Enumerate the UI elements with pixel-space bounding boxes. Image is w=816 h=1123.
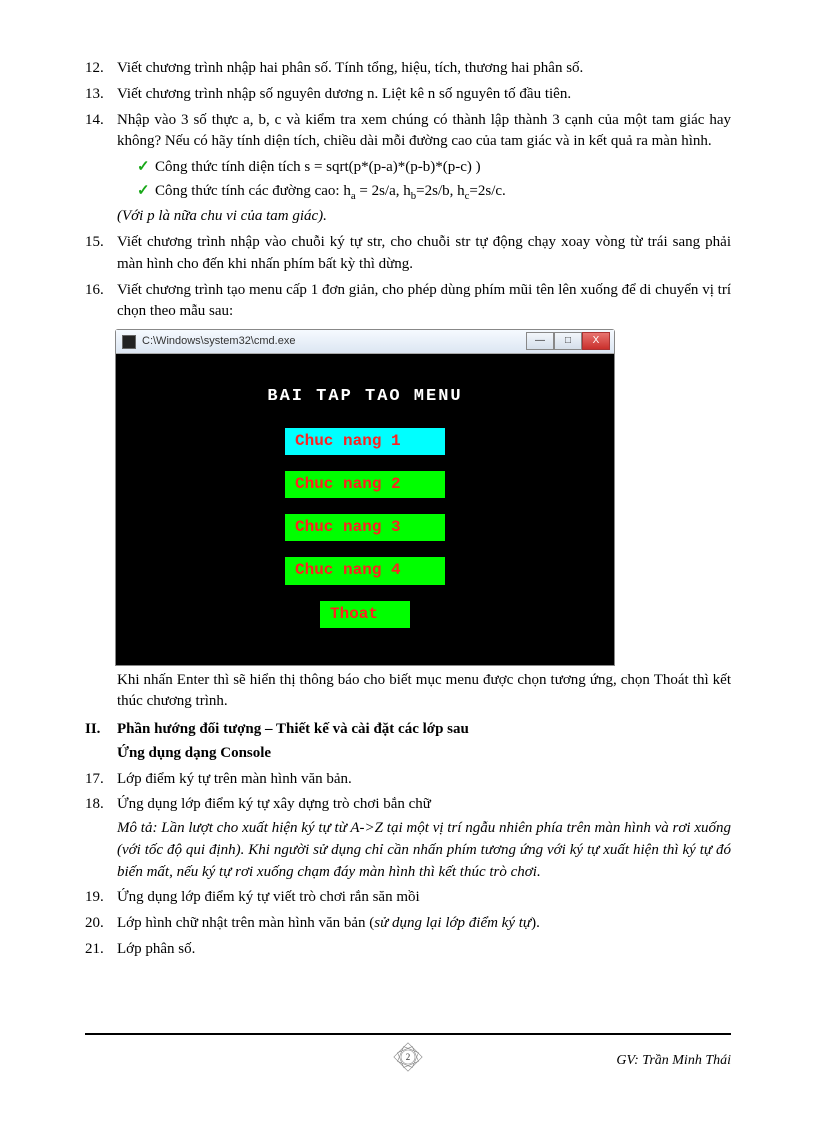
list-item: 14. Nhập vào 3 số thực a, b, c và kiểm t… bbox=[85, 110, 731, 229]
list-item: 13. Viết chương trình nhập số nguyên dươ… bbox=[85, 84, 731, 106]
section-subtitle: Ứng dụng dạng Console bbox=[117, 743, 731, 765]
list-item: 15. Viết chương trình nhập vào chuỗi ký … bbox=[85, 232, 731, 276]
item-text: Ứng dụng lớp điểm ký tự viết trò chơi rắ… bbox=[117, 887, 731, 909]
item-text: Lớp phân số. bbox=[117, 939, 731, 961]
formula-note: (Với p là nữa chu vi của tam giác). bbox=[117, 206, 731, 228]
cmd-path: C:\Windows\system32\cmd.exe bbox=[142, 334, 295, 350]
item-text: Viết chương trình nhập vào chuỗi ký tự s… bbox=[117, 232, 731, 276]
item-text: Viết chương trình nhập số nguyên dương n… bbox=[117, 84, 731, 106]
item-16-after: Khi nhấn Enter thì sẽ hiển thị thông báo… bbox=[117, 670, 731, 714]
item-number: 15. bbox=[85, 232, 117, 276]
page-footer: 2 GV: Trần Minh Thái bbox=[85, 1033, 731, 1081]
footer-divider bbox=[85, 1033, 731, 1035]
list-item: 17. Lớp điểm ký tự trên màn hình văn bản… bbox=[85, 769, 731, 791]
item-number: 17. bbox=[85, 769, 117, 791]
close-button[interactable]: X bbox=[582, 332, 610, 350]
list-item: 18. Ứng dụng lớp điểm ký tự xây dựng trò… bbox=[85, 794, 731, 883]
item-number: 14. bbox=[85, 110, 117, 229]
item-number: 19. bbox=[85, 887, 117, 909]
minimize-button[interactable]: — bbox=[526, 332, 554, 350]
list-item: 20. Lớp hình chữ nhật trên màn hình văn … bbox=[85, 913, 731, 935]
section-roman: II. bbox=[85, 719, 117, 741]
svg-text:2: 2 bbox=[406, 1052, 411, 1062]
menu-item-4[interactable]: Chuc nang 4 bbox=[285, 557, 445, 584]
exercise-list-2: 17. Lớp điểm ký tự trên màn hình văn bản… bbox=[85, 769, 731, 961]
item-text: Viết chương trình tạo menu cấp 1 đơn giả… bbox=[117, 280, 731, 324]
maximize-button[interactable]: □ bbox=[554, 332, 582, 350]
menu-item-2[interactable]: Chuc nang 2 bbox=[285, 471, 445, 498]
footer-author: GV: Trần Minh Thái bbox=[616, 1051, 731, 1071]
item-text: Viết chương trình nhập hai phân số. Tính… bbox=[117, 58, 731, 80]
item-number: 20. bbox=[85, 913, 117, 935]
cmd-titlebar: C:\Windows\system32\cmd.exe — □ X bbox=[116, 330, 614, 354]
item-number: 21. bbox=[85, 939, 117, 961]
section-heading: II. Phần hướng đối tượng – Thiết kế và c… bbox=[85, 719, 731, 741]
item-number: 12. bbox=[85, 58, 117, 80]
item-text: Ứng dụng lớp điểm ký tự xây dựng trò chơ… bbox=[117, 794, 731, 883]
item-text: Lớp hình chữ nhật trên màn hình văn bản … bbox=[117, 913, 731, 935]
menu-item-3[interactable]: Chuc nang 3 bbox=[285, 514, 445, 541]
formula-item: Công thức tính các đường cao: ha = 2s/a,… bbox=[137, 181, 731, 205]
page-ornament-icon: 2 bbox=[388, 1037, 428, 1077]
list-item: 19. Ứng dụng lớp điểm ký tự viết trò chơ… bbox=[85, 887, 731, 909]
menu-item-exit[interactable]: Thoat bbox=[320, 601, 410, 628]
item-desc: Mô tả: Lần lượt cho xuất hiện ký tự từ A… bbox=[117, 818, 731, 883]
exercise-list: 12. Viết chương trình nhập hai phân số. … bbox=[85, 58, 731, 323]
section-title: Phần hướng đối tượng – Thiết kế và cài đ… bbox=[117, 719, 469, 741]
cmd-window: C:\Windows\system32\cmd.exe — □ X BAI TA… bbox=[115, 329, 615, 666]
list-item: 12. Viết chương trình nhập hai phân số. … bbox=[85, 58, 731, 80]
formula-list: Công thức tính diện tích s = sqrt(p*(p-a… bbox=[117, 157, 731, 204]
item-number: 13. bbox=[85, 84, 117, 106]
formula-item: Công thức tính diện tích s = sqrt(p*(p-a… bbox=[137, 157, 731, 179]
menu-title: BAI TAP TAO MENU bbox=[127, 385, 603, 410]
window-controls: — □ X bbox=[526, 332, 610, 350]
item-text: Nhập vào 3 số thực a, b, c và kiểm tra x… bbox=[117, 110, 731, 229]
cmd-icon bbox=[122, 335, 136, 349]
item-number: 18. bbox=[85, 794, 117, 883]
cmd-body: BAI TAP TAO MENU Chuc nang 1 Chuc nang 2… bbox=[116, 354, 614, 665]
item-text: Lớp điểm ký tự trên màn hình văn bản. bbox=[117, 769, 731, 791]
menu-item-1[interactable]: Chuc nang 1 bbox=[285, 428, 445, 455]
item-number: 16. bbox=[85, 280, 117, 324]
list-item: 16. Viết chương trình tạo menu cấp 1 đơn… bbox=[85, 280, 731, 324]
list-item: 21. Lớp phân số. bbox=[85, 939, 731, 961]
